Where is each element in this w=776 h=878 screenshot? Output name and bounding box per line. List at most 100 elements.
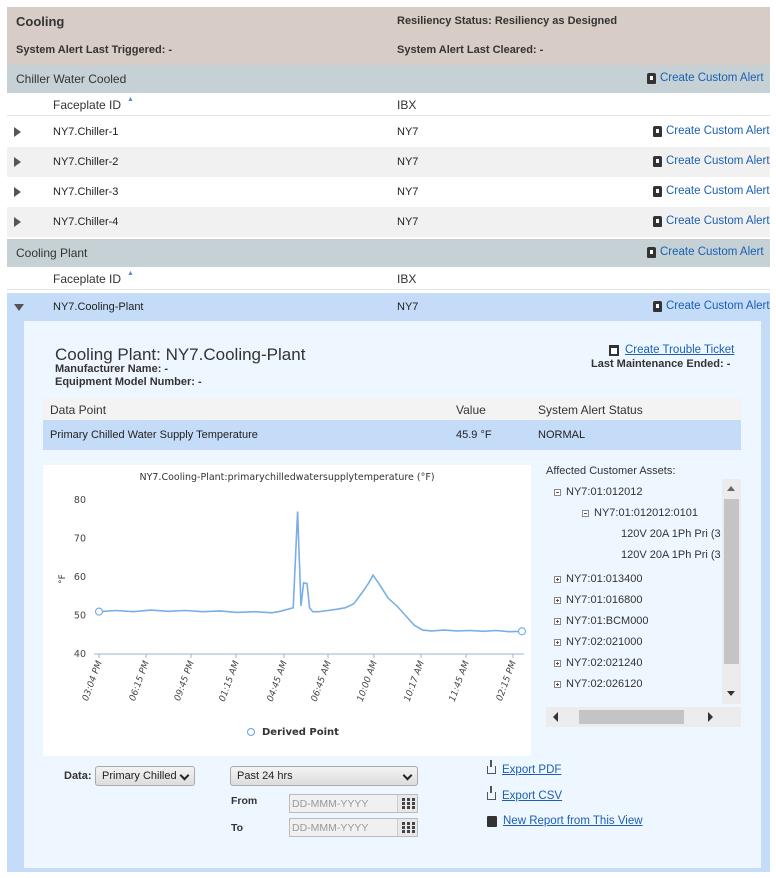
expand-icon[interactable] xyxy=(14,187,21,197)
create-custom-alert-link[interactable]: Create Custom Alert xyxy=(647,72,764,84)
asset-tree-item[interactable]: NY7:02:021000 xyxy=(554,636,642,648)
from-label: From xyxy=(231,795,258,807)
datapoint-row[interactable]: Primary Chilled Water Supply Temperature… xyxy=(43,420,741,450)
create-custom-alert-link[interactable]: Create Custom Alert xyxy=(653,185,770,197)
asset-tree-item[interactable]: NY7:01:012012 xyxy=(554,486,642,498)
group-chiller-water-cooled[interactable]: Chiller Water Cooled Create Custom Alert xyxy=(7,65,770,93)
asset-tree-item[interactable]: 120V 20A 1Ph Pri (3 xyxy=(621,549,721,561)
expand-plus-icon[interactable] xyxy=(554,638,561,646)
table-row[interactable]: NY7.Chiller-1 NY7 Create Custom Alert xyxy=(7,117,770,147)
asset-tree-item[interactable]: NY7:01:012012:0101 xyxy=(582,507,698,519)
expand-plus-icon[interactable] xyxy=(554,575,561,583)
create-custom-alert-link[interactable]: Create Custom Alert xyxy=(653,155,770,167)
sort-asc-icon[interactable]: ▲ xyxy=(127,96,134,103)
scroll-down-icon[interactable] xyxy=(727,691,735,696)
y-tick-label: 50 xyxy=(74,611,86,622)
y-axis-label: °F xyxy=(58,574,68,584)
asset-label: NY7:02:026120 xyxy=(566,678,643,690)
create-custom-alert-link[interactable]: Create Custom Alert xyxy=(653,125,770,137)
collapse-minus-icon[interactable] xyxy=(554,488,561,496)
expand-plus-icon[interactable] xyxy=(554,659,561,667)
create-trouble-ticket-link[interactable]: Create Trouble Ticket xyxy=(609,344,734,356)
asset-label: NY7:01:012012 xyxy=(566,486,643,498)
collapse-icon[interactable] xyxy=(14,304,24,311)
export-csv-link[interactable]: Export CSV xyxy=(487,786,562,802)
col-ibx[interactable]: IBX xyxy=(397,98,416,112)
asset-tree-item[interactable]: NY7:01:016800 xyxy=(554,594,642,606)
data-point-value: 45.9 °F xyxy=(456,429,492,441)
scroll-thumb[interactable] xyxy=(724,499,739,664)
asset-tree-item[interactable]: 120V 20A 1Ph Pri (3 xyxy=(621,528,721,540)
ibx: NY7 xyxy=(397,186,419,198)
to-date-input[interactable]: DD-MMM-YYYY xyxy=(289,818,418,837)
asset-tree-item[interactable]: NY7:01:BCM000 xyxy=(554,615,649,627)
alert-icon xyxy=(647,72,656,84)
to-date-placeholder: DD-MMM-YYYY xyxy=(292,822,369,834)
asset-tree-item[interactable]: NY7:02:026120 xyxy=(554,678,642,690)
x-tick-label: 04:45 AM xyxy=(266,659,290,703)
calendar-grid-icon[interactable] xyxy=(397,795,417,812)
col-faceplate-id[interactable]: Faceplate ID xyxy=(53,98,121,112)
x-tick-label: 06:45 AM xyxy=(310,659,334,703)
ibx: NY7 xyxy=(397,301,419,313)
faceplate-id: NY7.Chiller-4 xyxy=(53,216,119,228)
asset-tree[interactable]: NY7:01:012012 NY7:01:012012:0101 120V 20A … xyxy=(546,479,741,709)
sort-asc-icon[interactable]: ▲ xyxy=(127,270,134,277)
collapse-minus-icon[interactable] xyxy=(582,509,589,517)
to-label: To xyxy=(231,822,244,834)
horizontal-scrollbar[interactable] xyxy=(546,707,741,727)
legend-marker xyxy=(246,727,256,737)
create-custom-alert-link[interactable]: Create Custom Alert xyxy=(647,246,764,258)
table-row-selected[interactable]: NY7.Cooling-Plant NY7 Create Custom Aler… xyxy=(7,293,770,321)
calendar-grid-icon[interactable] xyxy=(397,819,417,836)
alert-last-triggered: System Alert Last Triggered: - xyxy=(16,44,173,56)
create-custom-alert-link[interactable]: Create Custom Alert xyxy=(653,300,770,312)
ibx: NY7 xyxy=(397,216,419,228)
scroll-thumb[interactable] xyxy=(579,710,684,724)
faceplate-id: NY7.Chiller-3 xyxy=(53,186,119,198)
new-report-link[interactable]: New Report from This View xyxy=(487,815,643,827)
x-tick-label: 03:04 PM xyxy=(81,659,105,702)
col-data-point: Data Point xyxy=(50,403,107,417)
y-tick-label: 60 xyxy=(74,572,86,583)
create-custom-alert-link[interactable]: Create Custom Alert xyxy=(653,215,770,227)
asset-tree-item[interactable]: NY7:01:013400 xyxy=(554,573,642,585)
expand-plus-icon[interactable] xyxy=(554,617,561,625)
alert-label: Create Custom Alert xyxy=(666,155,770,167)
col-faceplate-id[interactable]: Faceplate ID xyxy=(53,272,121,286)
group-title: Chiller Water Cooled xyxy=(16,72,127,86)
asset-label: NY7:01:016800 xyxy=(566,594,643,606)
range-select[interactable]: Past 24 hrs xyxy=(230,766,418,786)
export-pdf-link[interactable]: Export PDF xyxy=(487,760,561,776)
expand-icon[interactable] xyxy=(14,217,21,227)
alert-label: Create Custom Alert xyxy=(666,125,770,137)
scroll-right-icon[interactable] xyxy=(708,712,713,722)
group-cooling-plant[interactable]: Cooling Plant Create Custom Alert xyxy=(7,239,770,267)
detail-title: Cooling Plant: NY7.Cooling-Plant xyxy=(55,345,306,364)
table-row[interactable]: NY7.Chiller-2 NY7 Create Custom Alert xyxy=(7,147,770,177)
expand-plus-icon[interactable] xyxy=(554,596,561,604)
asset-tree-item[interactable]: NY7:02:021240 xyxy=(554,657,642,669)
data-select-value: Primary Chilled xyxy=(102,770,177,782)
x-tick-label: 06:15 PM xyxy=(128,659,152,702)
new-report-label: New Report from This View xyxy=(503,815,643,827)
from-date-input[interactable]: DD-MMM-YYYY xyxy=(289,794,418,813)
col-ibx[interactable]: IBX xyxy=(397,272,416,286)
resiliency-status: Resiliency Status: Resiliency as Designe… xyxy=(397,15,618,27)
table-row[interactable]: NY7.Chiller-3 NY7 Create Custom Alert xyxy=(7,177,770,207)
data-point xyxy=(517,627,527,636)
trend-chart[interactable]: NY7.Cooling-Plant:primarychilledwatersup… xyxy=(43,465,531,756)
table-row[interactable]: NY7.Chiller-4 NY7 Create Custom Alert xyxy=(7,207,770,237)
y-tick-label: 80 xyxy=(74,495,86,506)
vertical-scrollbar[interactable] xyxy=(722,479,741,704)
scroll-left-icon[interactable] xyxy=(553,712,558,722)
alert-icon xyxy=(653,155,662,167)
group-title: Cooling Plant xyxy=(16,246,88,260)
expand-icon[interactable] xyxy=(14,127,21,137)
expand-plus-icon[interactable] xyxy=(554,680,561,688)
section-title: Cooling xyxy=(16,14,65,29)
data-select[interactable]: Primary Chilled xyxy=(95,766,195,786)
expand-icon[interactable] xyxy=(14,157,21,167)
scroll-up-icon[interactable] xyxy=(727,486,735,491)
faceplate-id: NY7.Cooling-Plant xyxy=(53,301,144,313)
